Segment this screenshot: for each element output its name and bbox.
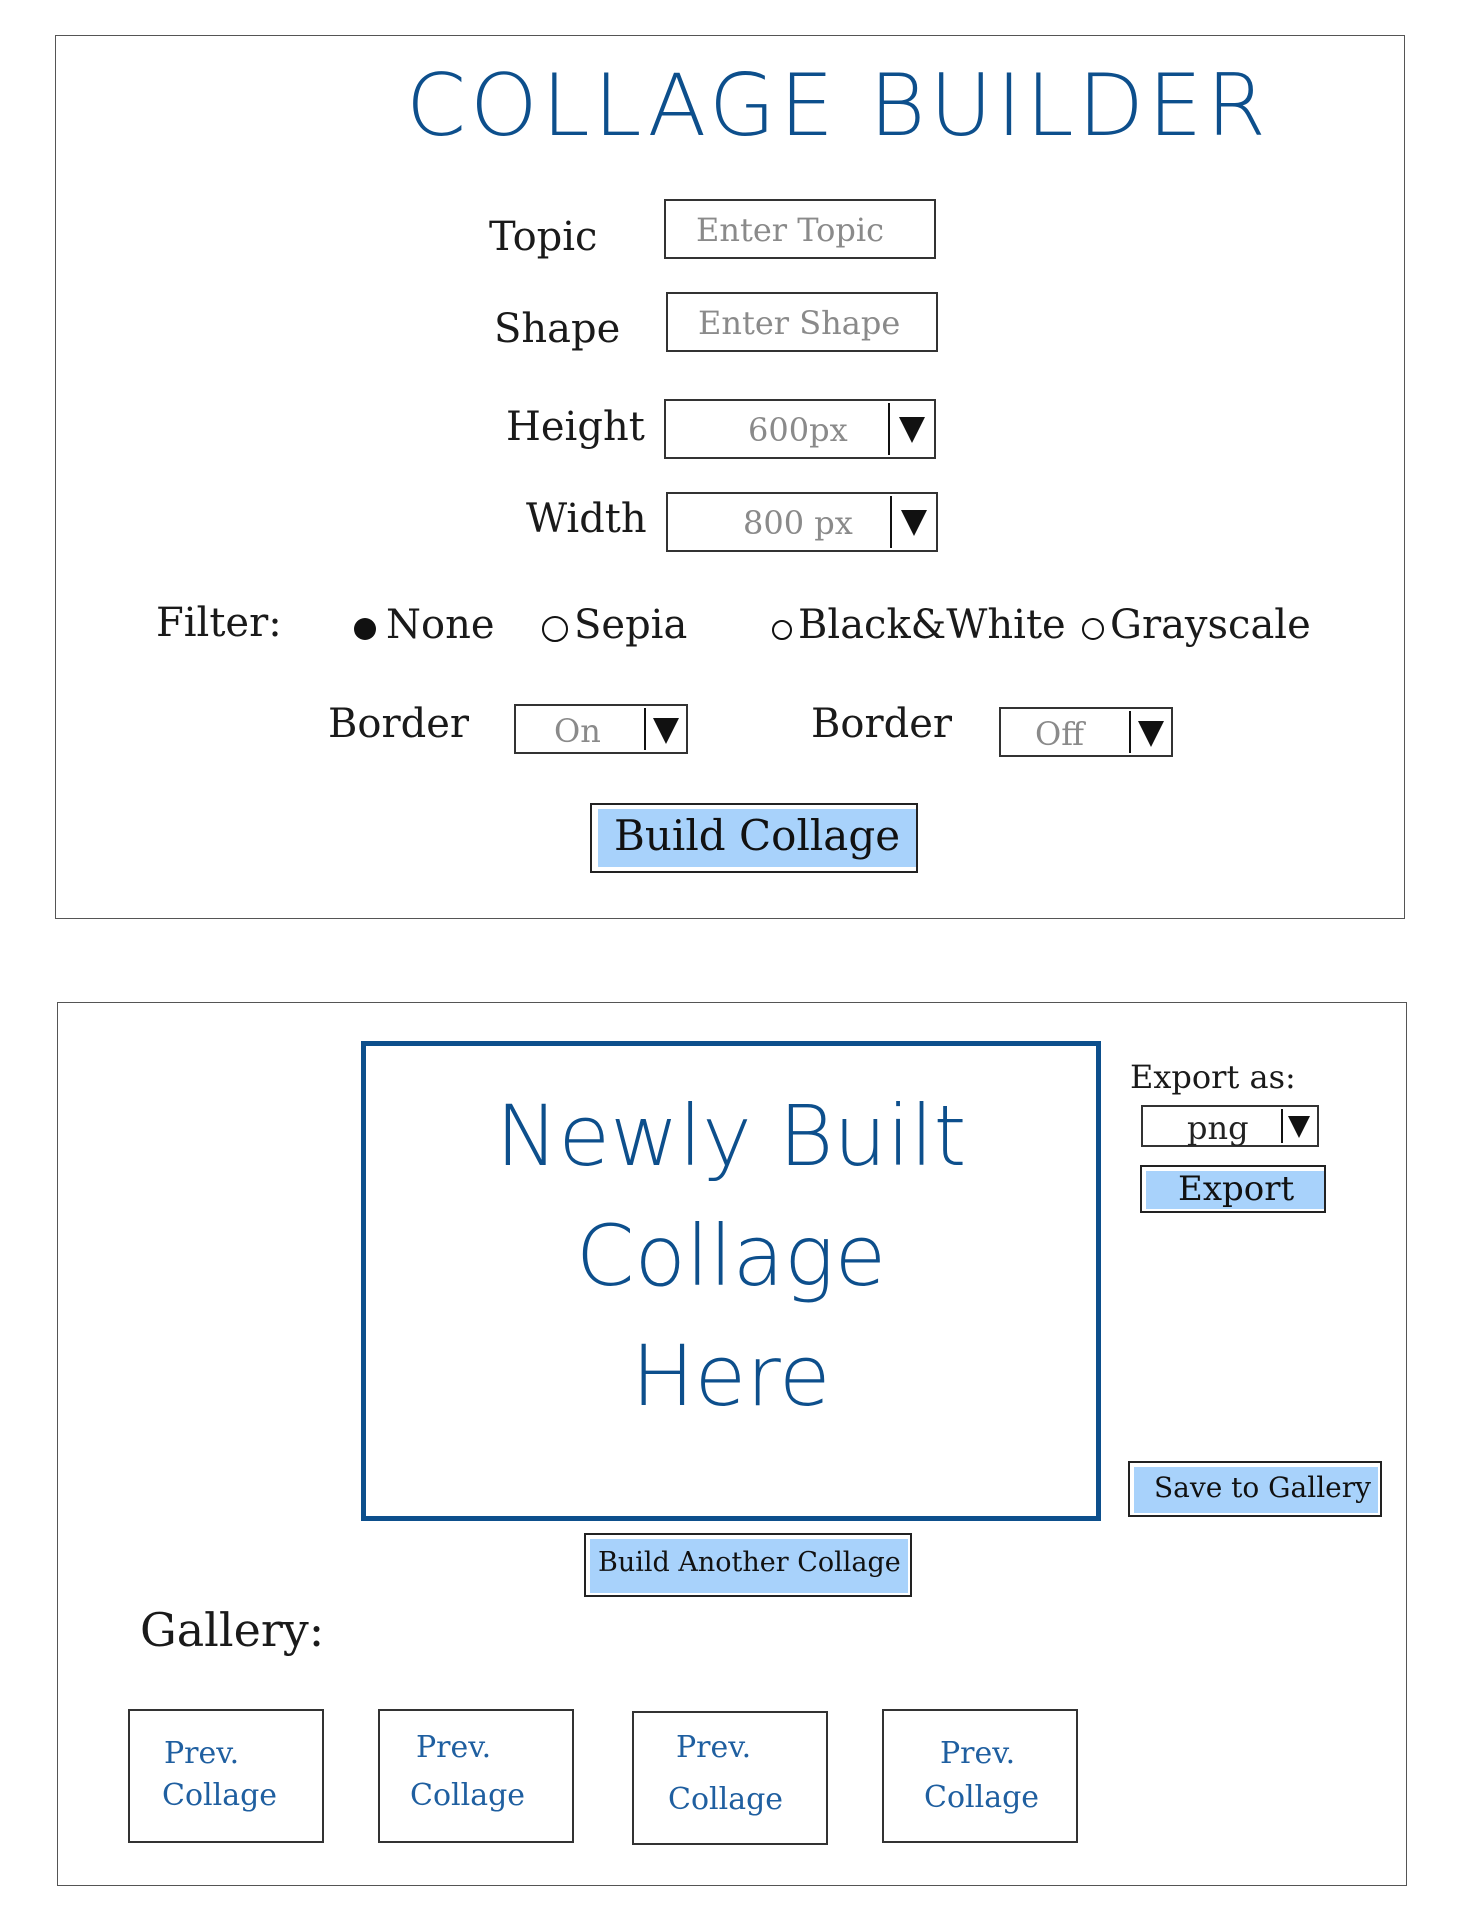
border-on-value: On: [554, 712, 601, 750]
gallery-item[interactable]: Prev. Collage: [128, 1709, 324, 1843]
gallery-item-line-1: Prev.: [940, 1736, 1016, 1771]
export-format-value: png: [1187, 1109, 1249, 1147]
collage-preview: Newly Built Collage Here: [361, 1041, 1101, 1521]
gallery-item-line-1: Prev.: [416, 1730, 492, 1765]
width-select[interactable]: 800 px: [666, 492, 938, 552]
height-select-divider: [888, 403, 890, 455]
border-off-value: Off: [1035, 715, 1084, 753]
topic-placeholder: Enter Topic: [696, 211, 884, 249]
gallery-item-line-2: Collage: [162, 1778, 278, 1813]
width-select-divider: [890, 496, 892, 548]
builder-panel: COLLAGE BUILDER Topic Enter Topic Shape …: [55, 35, 1405, 919]
save-to-gallery-button[interactable]: Save to Gallery: [1128, 1461, 1382, 1517]
triangle-down-icon: [1138, 721, 1164, 747]
build-another-collage-button[interactable]: Build Another Collage: [584, 1533, 912, 1597]
radio-empty-icon: [1082, 618, 1104, 640]
filter-option-label: None: [386, 602, 495, 648]
build-collage-button[interactable]: Build Collage: [590, 803, 918, 873]
filter-option-black-white[interactable]: Black&White: [772, 602, 1066, 652]
preview-line-2: Collage: [575, 1207, 887, 1305]
border-off-select[interactable]: Off: [999, 707, 1173, 757]
radio-empty-icon: [542, 616, 568, 642]
gallery-item-line-2: Collage: [924, 1780, 1040, 1815]
page-title: COLLAGE BUILDER: [406, 56, 1271, 156]
radio-empty-icon: [772, 620, 792, 640]
gallery-item-line-2: Collage: [410, 1778, 526, 1813]
filter-option-label: Black&White: [798, 602, 1066, 648]
export-button[interactable]: Export: [1140, 1165, 1326, 1213]
width-value: 800 px: [743, 504, 853, 542]
shape-placeholder: Enter Shape: [698, 304, 901, 342]
gallery-item[interactable]: Prev. Collage: [882, 1709, 1078, 1843]
preview-line-3: Here: [631, 1327, 831, 1425]
radio-filled-icon: [354, 618, 376, 640]
border-label: Border: [328, 701, 469, 747]
shape-label: Shape: [494, 306, 621, 352]
border-on-select[interactable]: On: [514, 704, 688, 754]
border-off-select-divider: [1129, 711, 1131, 753]
triangle-down-icon: [653, 718, 679, 744]
gallery-item[interactable]: Prev. Collage: [632, 1711, 828, 1845]
topic-input[interactable]: Enter Topic: [664, 199, 936, 259]
build-collage-label: Build Collage: [614, 811, 901, 860]
save-to-gallery-label: Save to Gallery: [1154, 1471, 1371, 1504]
height-label: Height: [506, 404, 645, 450]
triangle-down-icon: [899, 417, 925, 443]
gallery-label: Gallery:: [140, 1603, 325, 1657]
export-format-select[interactable]: png: [1141, 1105, 1319, 1147]
gallery-item-line-1: Prev.: [164, 1736, 240, 1771]
shape-input[interactable]: Enter Shape: [666, 292, 938, 352]
result-panel: Newly Built Collage Here Export as: png …: [57, 1002, 1407, 1886]
filter-option-none[interactable]: None: [354, 602, 495, 652]
filter-option-sepia[interactable]: Sepia: [542, 602, 712, 652]
filter-option-grayscale[interactable]: Grayscale: [1082, 602, 1342, 652]
gallery-item-line-2: Collage: [668, 1782, 784, 1817]
gallery-item[interactable]: Prev. Collage: [378, 1709, 574, 1843]
preview-line-1: Newly Built: [495, 1087, 967, 1185]
filter-option-label: Grayscale: [1110, 602, 1311, 648]
width-label: Width: [526, 496, 647, 542]
topic-label: Topic: [489, 214, 598, 260]
export-label: Export as:: [1130, 1058, 1296, 1096]
export-button-label: Export: [1178, 1169, 1295, 1209]
gallery-item-line-1: Prev.: [676, 1730, 752, 1765]
height-value: 600px: [748, 411, 848, 449]
triangle-down-icon: [901, 510, 927, 536]
build-another-collage-label: Build Another Collage: [598, 1547, 901, 1578]
border-on-select-divider: [644, 708, 646, 750]
filter-label: Filter:: [156, 600, 282, 646]
export-select-divider: [1281, 1109, 1283, 1143]
border-label: Border: [811, 701, 952, 747]
height-select[interactable]: 600px: [664, 399, 936, 459]
triangle-down-icon: [1288, 1116, 1310, 1138]
filter-option-label: Sepia: [574, 602, 688, 648]
